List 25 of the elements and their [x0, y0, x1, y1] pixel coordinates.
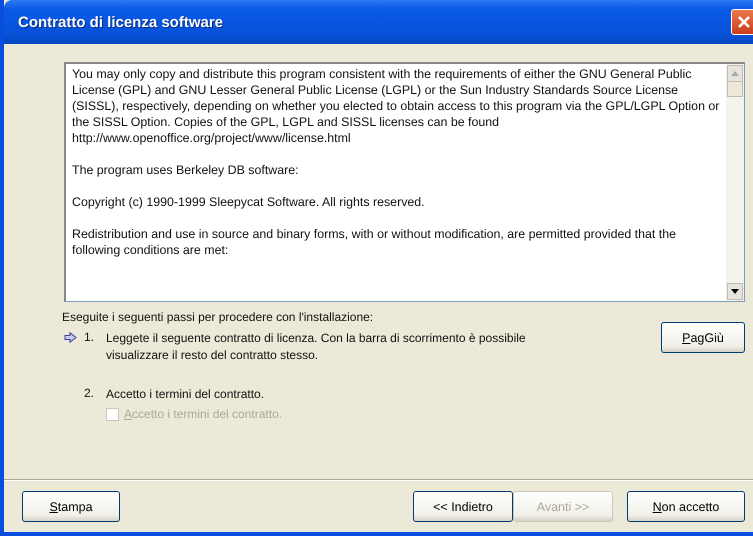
- scroll-down-button[interactable]: [727, 283, 743, 300]
- step-number: 2.: [84, 386, 96, 400]
- close-icon: [737, 15, 751, 29]
- window-title: Contratto di licenza software: [18, 14, 224, 30]
- scroll-up-button[interactable]: [727, 65, 743, 82]
- page-down-button[interactable]: PagGiù: [661, 322, 745, 353]
- license-paragraph: Redistribution and use in source and binary forms, with or without modification, are permitted provided that the following conditions are met:: [72, 226, 678, 258]
- license-paragraph: The program uses Berkeley DB software:: [72, 162, 300, 178]
- close-button[interactable]: [731, 9, 753, 35]
- instructions-text: Eseguite i seguenti passi per procedere con l'installazione:: [62, 310, 374, 324]
- scroll-thumb[interactable]: [727, 81, 743, 97]
- print-button[interactable]: Stampa: [22, 491, 120, 522]
- scrollbar[interactable]: [726, 64, 744, 301]
- license-paragraph: You may only copy and distribute this program consistent with the requirements of either the GNU General Public License (GPL) and GNU Lesser General Public License (LGPL) or the Sun Industry Standards Source License (SISSL), respectively, depending on whether you elected to obtain access to this program via the GPL/LGPL Option or the SISSL Option. Copies of the GPL, LGPL and SISSL licenses can be found http://www.openoffice.org/project/www/license.html: [72, 66, 720, 146]
- license-paragraph: Copyright (c) 1990-1999 Sleepycat Software. All rights reserved.: [72, 194, 426, 210]
- step-number: 1.: [84, 330, 96, 344]
- down-arrow-icon: [731, 289, 739, 294]
- back-button[interactable]: << Indietro: [413, 491, 513, 522]
- license-text-area[interactable]: [64, 62, 745, 302]
- step-text: Leggete il seguente contratto di licenza. Con la barra di scorrimento è possibile visualizzare il resto del contratto stesso.: [106, 330, 527, 364]
- decline-button[interactable]: Non accetto: [627, 491, 745, 522]
- checkbox-label: Accetto i termini del contratto.: [124, 407, 282, 421]
- up-arrow-icon: [731, 71, 739, 76]
- arrow-icon: [64, 332, 77, 343]
- step-text: Accetto i termini del contratto.: [106, 386, 266, 403]
